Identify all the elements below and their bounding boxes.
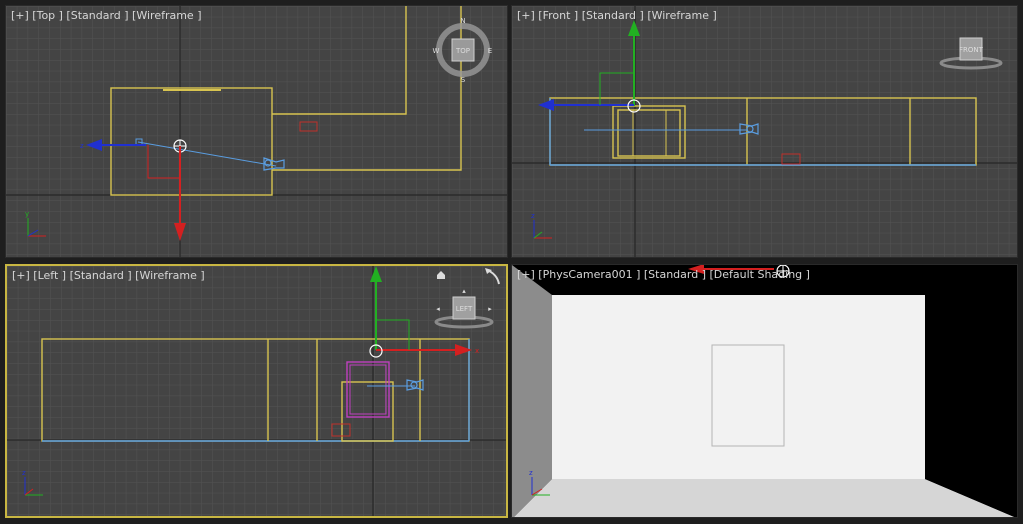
svg-text:◂: ◂ xyxy=(436,305,440,313)
viewport-label-left[interactable]: [+] [Left ] [Standard ] [Wireframe ] xyxy=(12,269,205,282)
viewport-top[interactable]: z TOP N S E W y [+] [Top ] [Standard ] [… xyxy=(5,5,508,258)
svg-text:LEFT: LEFT xyxy=(456,305,473,313)
viewport-label-top[interactable]: [+] [Top ] [Standard ] [Wireframe ] xyxy=(11,9,202,22)
back-wall xyxy=(552,295,925,479)
viewport-camera-canvas[interactable]: z xyxy=(512,265,1018,518)
viewport-front[interactable]: FRONT z [+] [Front ] [Standard ] [Wirefr… xyxy=(511,5,1018,258)
svg-text:z: z xyxy=(531,212,535,220)
svg-text:FRONT: FRONT xyxy=(959,46,984,54)
svg-text:▸: ▸ xyxy=(488,305,492,313)
svg-text:N: N xyxy=(460,17,465,25)
viewport-camera[interactable]: z [+] [PhysCamera001 ] [Standard ] [Defa… xyxy=(511,264,1018,518)
svg-text:z: z xyxy=(529,469,533,477)
viewport-front-canvas[interactable]: FRONT z xyxy=(512,6,1018,258)
viewport-label-front[interactable]: [+] [Front ] [Standard ] [Wireframe ] xyxy=(517,9,717,22)
viewport-left[interactable]: x LEFT ◂ ▸ ▴ z [+] [Left ] [Standard ] [… xyxy=(5,264,508,518)
svg-text:z: z xyxy=(22,469,26,477)
right-opening xyxy=(925,265,1017,517)
svg-text:▴: ▴ xyxy=(462,287,466,295)
svg-text:TOP: TOP xyxy=(455,47,470,55)
viewport-top-canvas[interactable]: z TOP N S E W y xyxy=(6,6,508,258)
svg-text:E: E xyxy=(488,47,492,55)
svg-text:x: x xyxy=(475,347,479,355)
svg-text:S: S xyxy=(461,76,466,84)
svg-text:y: y xyxy=(25,210,29,218)
viewport-label-camera[interactable]: [+] [PhysCamera001 ] [Standard ] [Defaul… xyxy=(517,268,810,281)
viewport-left-canvas[interactable]: x LEFT ◂ ▸ ▴ z xyxy=(7,266,506,516)
svg-text:z: z xyxy=(80,142,84,150)
svg-text:W: W xyxy=(433,47,440,55)
